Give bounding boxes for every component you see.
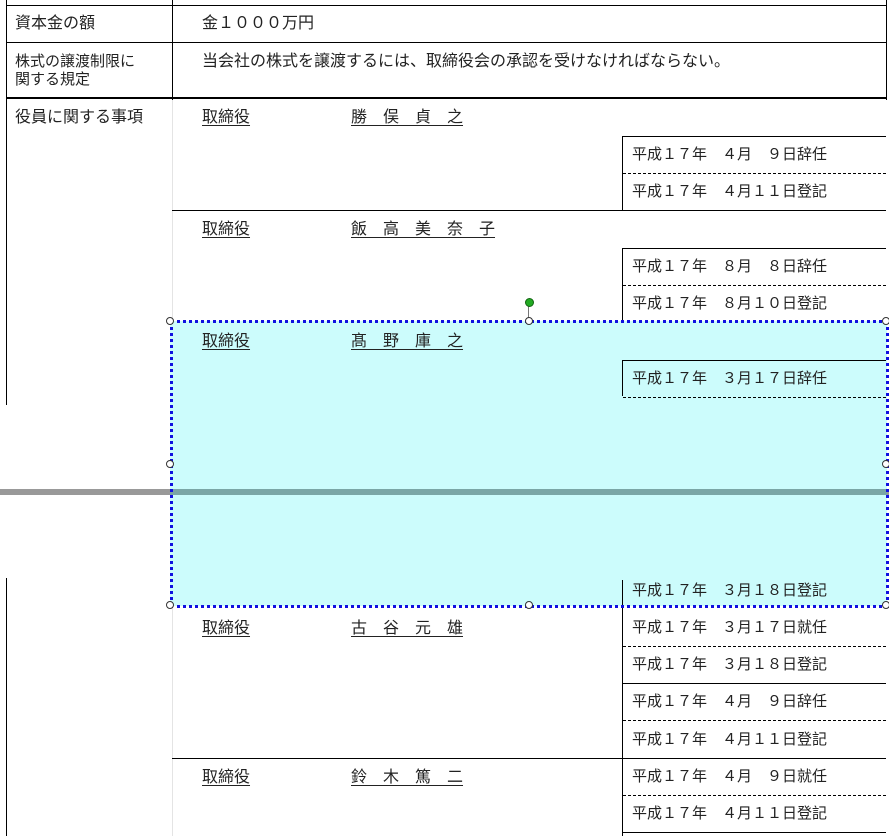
record-separator [623,646,886,647]
officer-role: 取締役 [202,107,251,126]
officer-name: 鈴 木 篤 二 [351,767,464,786]
officer-role: 取締役 [202,767,251,786]
record-box-bottom [622,832,886,833]
row-divider [6,97,887,99]
resize-handle-bottom-left[interactable] [166,601,174,609]
officer-divider [172,210,886,211]
officer-divider [172,758,886,759]
left-border-bottom [6,578,7,836]
officer-role: 取締役 [202,618,251,637]
transfer-label-line1: 株式の譲渡制限に [15,52,136,70]
officer-name: 古 谷 元 雄 [351,618,464,637]
record-text: 平成１７年 ４月１１日登記 [632,730,828,748]
record-text: 平成１７年 ３月１８日登記 [632,655,828,673]
record-text: 平成１７年 ４月 ９日辞任 [632,692,828,710]
right-border [886,0,887,100]
record-box-left [622,758,623,836]
resize-handle-top-right[interactable] [882,317,889,325]
record-separator [623,795,886,796]
resize-handle-middle-right[interactable] [882,460,889,468]
record-text: 平成１７年 ４月１１日登記 [632,804,828,822]
transfer-value: 当会社の株式を譲渡するには、取締役会の承認を受けなければならない。 [202,51,731,70]
officer-name: 飯 高 美 奈 子 [351,219,496,238]
capital-label: 資本金の額 [15,13,96,32]
record-text: 平成１７年 ８月 ８日辞任 [632,257,828,275]
label-column-divider [172,0,173,100]
resize-handle-middle-left[interactable] [166,460,174,468]
record-text: 平成１７年 ４月 ９日就任 [632,767,828,785]
row-divider [6,42,887,43]
resize-handle-top-middle[interactable] [525,317,533,325]
rotate-handle[interactable] [525,298,534,307]
left-border-top [6,0,7,405]
officers-label: 役員に関する事項 [15,107,144,126]
record-separator [623,173,886,174]
officer-role: 取締役 [202,219,251,238]
resize-handle-bottom-middle[interactable] [525,601,533,609]
officer-name: 勝 俣 貞 之 [351,107,464,126]
record-text: 平成１７年 ３月１７日就任 [632,618,828,636]
record-divider [622,683,886,684]
top-border [6,5,887,6]
resize-handle-bottom-right[interactable] [882,601,889,609]
record-box-top [622,248,886,249]
record-box-top [622,136,886,137]
capital-value: 金１０００万円 [202,13,315,32]
resize-handle-top-left[interactable] [166,317,174,325]
record-separator [623,720,886,721]
selection-frame[interactable] [170,320,889,608]
transfer-label-line2: 関する規定 [15,70,91,88]
record-text: 平成１７年 ４月 ９日辞任 [632,145,828,163]
record-separator [623,285,886,286]
record-text: 平成１７年 ８月１０日登記 [632,294,828,312]
record-text: 平成１７年 ４月１１日登記 [632,182,828,200]
